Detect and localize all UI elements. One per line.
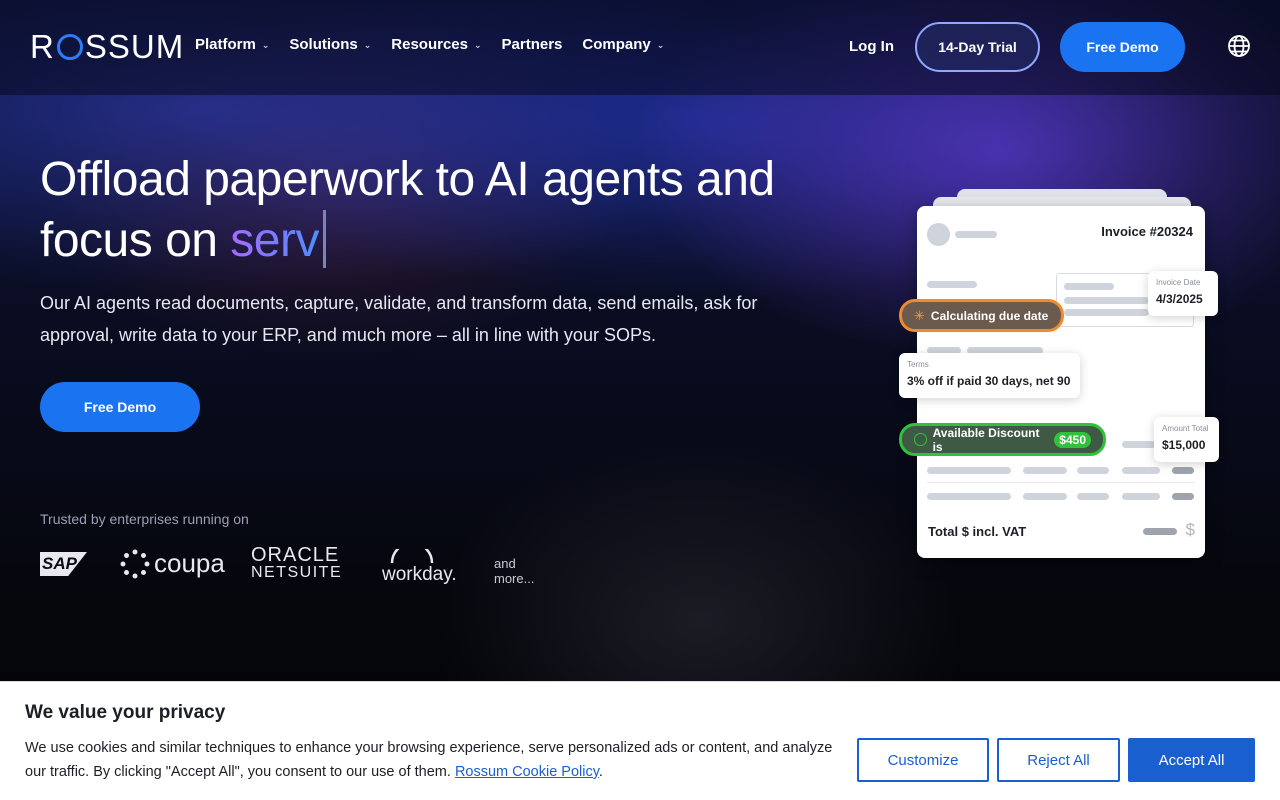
customize-button[interactable]: Customize <box>857 738 989 782</box>
chevron-down-icon: ⌄ <box>656 40 665 50</box>
divider <box>927 482 1194 483</box>
main-nav: Platform ⌄ Solutions ⌄ Resources ⌄ Partners… <box>195 36 664 53</box>
placeholder-bar <box>927 467 1011 474</box>
available-discount-pill: Available Discount is $450 <box>899 423 1106 456</box>
check-circle-icon <box>914 433 927 446</box>
and-more-text: and more... <box>494 556 535 586</box>
placeholder-bar <box>1077 467 1109 474</box>
nav-item-company[interactable]: Company ⌄ <box>582 36 664 53</box>
amount-total-tag: Amount Total $15,000 <box>1154 417 1219 462</box>
placeholder-bar <box>1064 283 1114 290</box>
workday-logo: workday. <box>382 549 457 587</box>
placeholder-bar <box>1064 297 1149 304</box>
spinner-icon: ✳ <box>914 307 925 323</box>
placeholder-bar <box>1023 493 1067 500</box>
invoice-date-tag: Invoice Date 4/3/2025 <box>1148 271 1218 316</box>
reject-all-button[interactable]: Reject All <box>997 738 1120 782</box>
dollar-icon: $ <box>1185 520 1195 539</box>
placeholder-bar <box>1077 493 1109 500</box>
placeholder-bar <box>1023 467 1067 474</box>
hero-title: Offload paperwork to AI agents and focus… <box>40 153 775 268</box>
nav-item-solutions[interactable]: Solutions ⌄ <box>289 36 371 53</box>
discount-amount: $450 <box>1054 431 1091 448</box>
login-link[interactable]: Log In <box>849 38 894 55</box>
placeholder-bar <box>1122 493 1160 500</box>
placeholder-bar <box>1172 467 1194 474</box>
invoice-total-label: Total $ incl. VAT <box>928 524 1027 539</box>
typing-caret <box>322 210 326 268</box>
workday-arc-icon <box>390 549 434 563</box>
invoice-title: Invoice #20324 <box>1101 224 1193 239</box>
coupa-logo: coupa <box>120 548 225 579</box>
nav-item-partners[interactable]: Partners <box>502 36 563 53</box>
chevron-down-icon: ⌄ <box>261 40 270 50</box>
trusted-label: Trusted by enterprises running on <box>40 511 249 527</box>
chevron-down-icon: ⌄ <box>473 40 482 50</box>
placeholder-bar <box>1122 441 1156 448</box>
placeholder-bar <box>1064 309 1149 316</box>
invoice-avatar <box>927 223 950 246</box>
chevron-down-icon: ⌄ <box>363 40 372 50</box>
free-demo-button-header[interactable]: Free Demo <box>1060 22 1185 72</box>
cookie-banner: We value your privacy We use cookies and… <box>0 681 1280 800</box>
rossum-logo[interactable]: R SSUM <box>30 30 184 64</box>
coupa-burst-icon <box>120 549 150 578</box>
trial-button[interactable]: 14-Day Trial <box>915 22 1040 72</box>
cookie-policy-link[interactable]: Rossum Cookie Policy <box>455 764 599 780</box>
cookie-text: We use cookies and similar techniques to… <box>25 740 833 780</box>
free-demo-button-hero[interactable]: Free Demo <box>40 382 200 432</box>
globe-icon[interactable] <box>1227 34 1251 58</box>
logo-o-ring <box>56 34 83 60</box>
accept-all-button[interactable]: Accept All <box>1128 738 1255 782</box>
hero-title-accent: serv <box>230 214 319 267</box>
site-header: R SSUM Platform ⌄ Solutions ⌄ Resources ⌄ Pa… <box>0 0 1280 95</box>
placeholder-bar <box>1143 528 1177 535</box>
placeholder-bar <box>927 281 977 288</box>
terms-tag: Terms 3% off if paid 30 days, net 90 <box>899 353 1080 398</box>
placeholder-bar <box>1122 467 1160 474</box>
nav-item-resources[interactable]: Resources ⌄ <box>391 36 481 53</box>
nav-item-platform[interactable]: Platform ⌄ <box>195 36 269 53</box>
calculating-due-date-pill: ✳ Calculating due date <box>899 299 1064 332</box>
hero-subtitle: Our AI agents read documents, capture, v… <box>40 293 758 345</box>
placeholder-bar <box>1172 493 1194 500</box>
placeholder-bar <box>955 231 997 238</box>
placeholder-bar <box>927 493 1011 500</box>
oracle-netsuite-logo: ORACLE NETSUITE <box>251 544 343 581</box>
cookie-title: We value your privacy <box>25 702 226 723</box>
